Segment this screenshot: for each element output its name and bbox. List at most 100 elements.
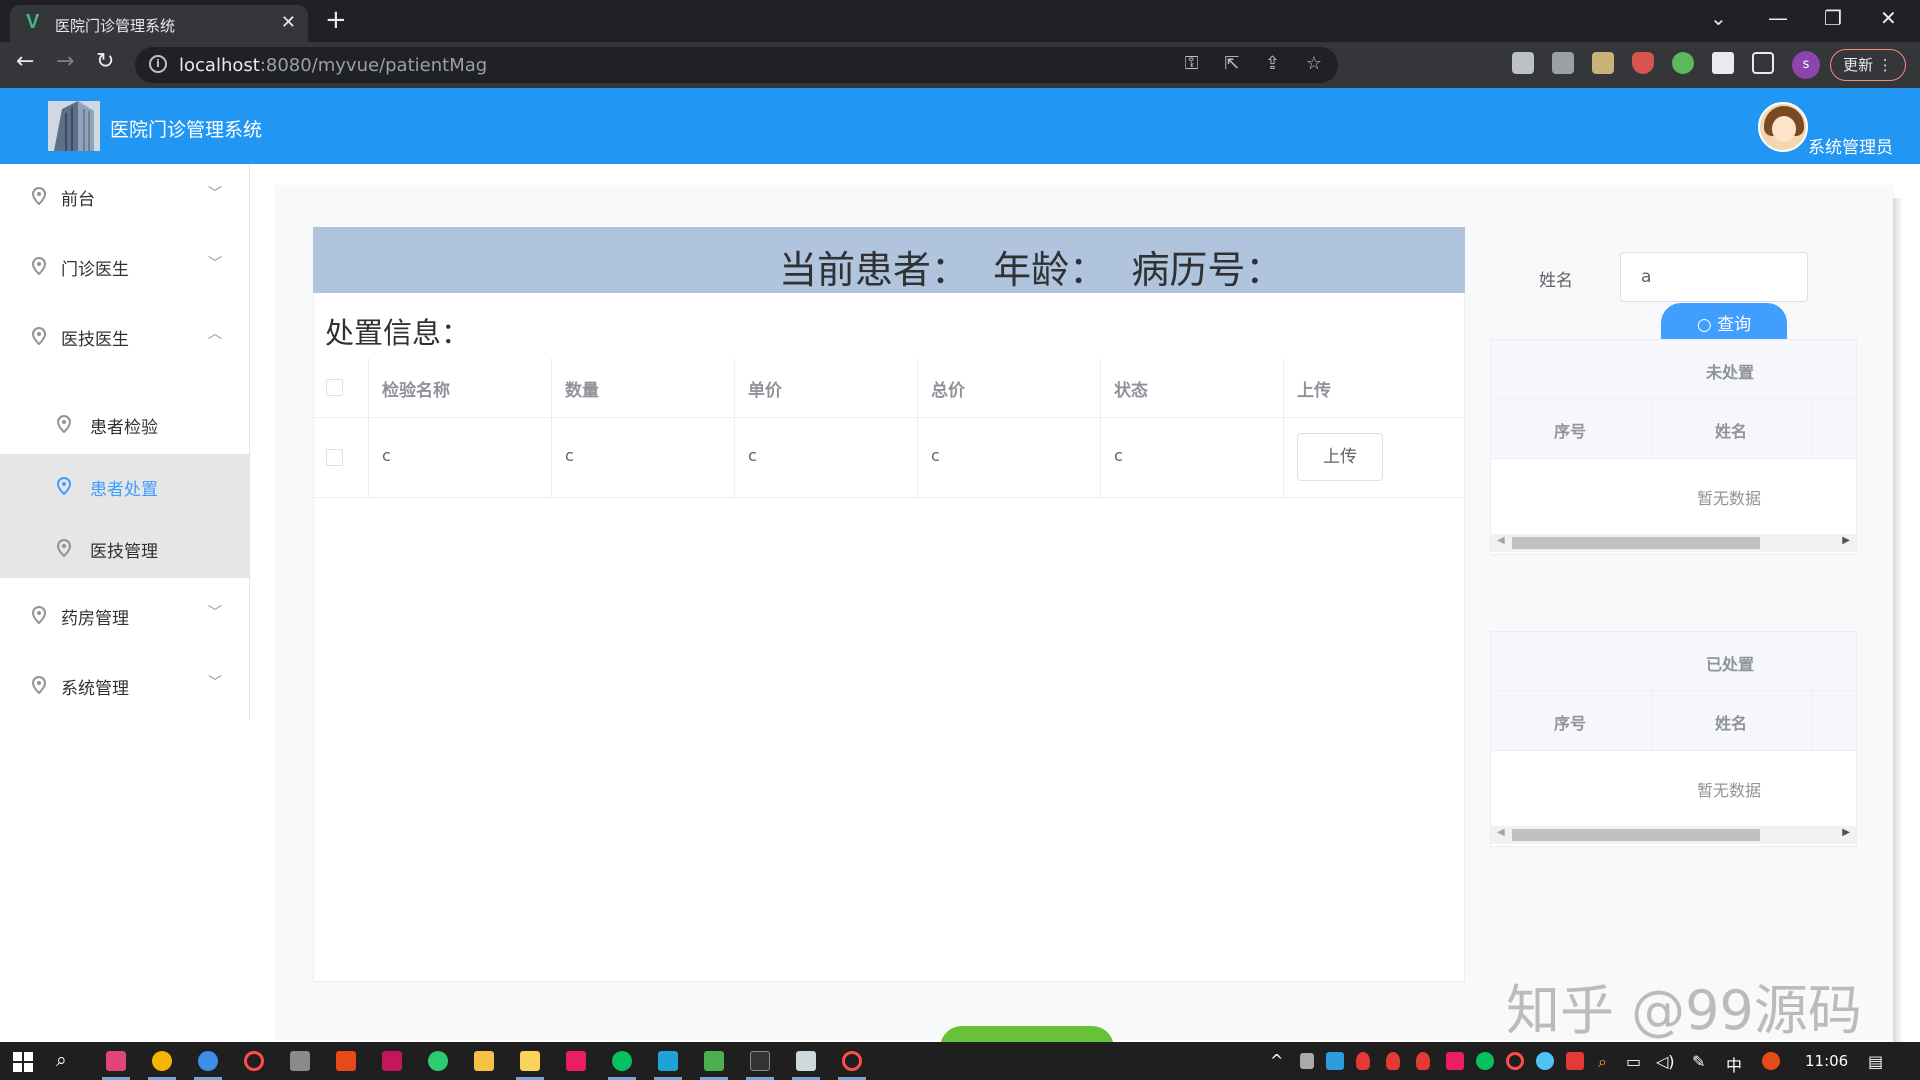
scroll-right-icon[interactable]: ▶ (1842, 535, 1850, 546)
forward-icon[interactable]: → (56, 49, 74, 74)
bookmark-star-icon[interactable]: ☆ (1306, 53, 1322, 74)
new-tab-icon[interactable]: + (325, 5, 347, 35)
browser-tab[interactable]: V 医院门诊管理系统 ✕ (10, 5, 308, 42)
taskbar-image-viewer-icon[interactable] (290, 1051, 310, 1071)
window-close-icon[interactable]: ✕ (1880, 6, 1897, 30)
sidebar-subitem-medtech-management[interactable]: 医技管理 (0, 516, 249, 578)
column-header: 状态 (1114, 381, 1148, 401)
taskbar-webstorm-icon[interactable] (658, 1051, 678, 1071)
taskbar-app-icon[interactable] (382, 1051, 402, 1071)
taskbar-folder-icon[interactable] (474, 1051, 494, 1071)
tray-app-icon[interactable] (1536, 1052, 1554, 1070)
tray-search-icon[interactable]: ⌕ (1598, 1052, 1607, 1072)
taskbar-chrome-icon[interactable] (152, 1051, 172, 1071)
site-info-icon[interactable]: i (149, 55, 167, 73)
address-bar[interactable]: i localhost:8080/myvue/patientMag ⚿ ⇱ ⇪ … (135, 47, 1338, 83)
open-in-app-icon[interactable]: ⇱ (1224, 53, 1239, 74)
show-hidden-icons-icon[interactable]: ^ (1270, 1051, 1283, 1070)
taskbar-recorder-icon[interactable] (842, 1051, 862, 1071)
password-key-icon[interactable]: ⚿ (1185, 53, 1199, 74)
extension-shield-icon[interactable] (1632, 52, 1654, 74)
sidebar-item-system[interactable]: 系统管理 ﹀ (0, 653, 249, 715)
close-tab-icon[interactable]: ✕ (281, 12, 296, 33)
tray-wechat-icon[interactable] (1476, 1052, 1494, 1070)
taskbar-photo-icon[interactable] (796, 1051, 816, 1071)
treated-table: 已处置 序号 姓名 暂无数据 ◀ ▶ (1490, 631, 1857, 847)
tray-app-icon[interactable] (1300, 1053, 1314, 1069)
notifications-icon[interactable]: ▤ (1868, 1052, 1883, 1071)
scrollbar-thumb[interactable] (1512, 829, 1760, 841)
tab-search-chevron-icon[interactable]: ⌄ (1710, 6, 1727, 30)
extension-translate-icon[interactable] (1512, 52, 1534, 74)
tray-record-icon[interactable] (1506, 1052, 1524, 1070)
scroll-left-icon[interactable]: ◀ (1497, 535, 1505, 546)
taskbar-notepad-icon[interactable] (704, 1051, 724, 1071)
network-icon[interactable]: ▭ (1626, 1052, 1641, 1071)
sidebar-item-label: 门诊医生 (61, 260, 129, 280)
tray-app-icon[interactable] (1446, 1052, 1464, 1070)
taskbar-terminal-icon[interactable] (750, 1051, 770, 1071)
sidebar-item-medtech-doctor[interactable]: 医技医生 ︿ (0, 304, 249, 366)
share-icon[interactable]: ⇪ (1265, 53, 1280, 74)
scroll-right-icon[interactable]: ▶ (1842, 827, 1850, 838)
taskbar-app-icon[interactable] (336, 1051, 356, 1071)
tray-qq-icon[interactable] (1386, 1052, 1400, 1070)
side-panel-icon[interactable] (1752, 52, 1774, 74)
horizontal-scrollbar[interactable]: ◀ ▶ (1491, 826, 1856, 844)
windows-start-icon[interactable] (13, 1052, 33, 1072)
windows-taskbar: ⌕ ^ ⌕ ▭ ◁) ✎ 中 11:06 ▤ (0, 1042, 1920, 1080)
taskbar-file-explorer-icon[interactable] (520, 1051, 540, 1071)
user-avatar[interactable] (1758, 102, 1808, 152)
taskbar-search-icon[interactable]: ⌕ (56, 1049, 67, 1071)
minimize-icon[interactable]: — (1768, 6, 1788, 30)
query-button[interactable]: ○ 查询 (1661, 303, 1787, 339)
cell-unit-price: c (748, 446, 757, 465)
tray-qq-icon[interactable] (1416, 1052, 1430, 1070)
sidebar-subitem-patient-test[interactable]: 患者检验 (0, 392, 249, 454)
sidebar-item-pharmacy[interactable]: 药房管理 ﹀ (0, 583, 249, 645)
disposal-panel (313, 227, 1465, 982)
upload-button[interactable]: 上传 (1297, 433, 1383, 481)
sidebar-item-outpatient-doctor[interactable]: 门诊医生 ﹀ (0, 234, 249, 296)
tray-qq-icon[interactable] (1356, 1052, 1370, 1070)
clock[interactable]: 11:06 (1805, 1052, 1848, 1070)
extension-leaf-icon[interactable] (1672, 52, 1694, 74)
sidebar-item-front-desk[interactable]: 前台 ﹀ (0, 164, 249, 226)
taskbar-refresh-icon[interactable] (428, 1051, 448, 1071)
select-all-checkbox[interactable] (326, 379, 343, 396)
user-name[interactable]: 系统管理员 (1808, 133, 1893, 158)
taskbar-jetbrains-icon[interactable] (106, 1051, 126, 1071)
empty-text: 暂无数据 (1697, 489, 1762, 508)
ime-indicator[interactable]: 中 (1726, 1052, 1742, 1076)
table-header-row: 检验名称 数量 单价 总价 状态 上传 (313, 358, 1465, 418)
taskbar-app-icon[interactable] (566, 1051, 586, 1071)
extensions-puzzle-icon[interactable] (1712, 52, 1734, 74)
current-patient-bar: 当前患者： 年龄： 病历号： (313, 227, 1465, 293)
extension-camera-icon[interactable] (1552, 52, 1574, 74)
restore-icon[interactable]: ❐ (1824, 6, 1842, 30)
horizontal-scrollbar[interactable]: ◀ ▶ (1491, 534, 1856, 552)
column-header: 单价 (748, 381, 782, 401)
volume-icon[interactable]: ◁) (1656, 1052, 1675, 1071)
tray-app-icon[interactable] (1326, 1052, 1344, 1070)
pen-icon[interactable]: ✎ (1692, 1052, 1705, 1071)
scrollbar-thumb[interactable] (1512, 537, 1760, 549)
tray-sogou-icon[interactable] (1762, 1052, 1780, 1070)
location-pin-icon (57, 477, 71, 495)
update-button[interactable]: 更新 ⋮ (1830, 49, 1906, 81)
column-header: 数量 (565, 381, 599, 401)
cell-total-price: c (931, 446, 940, 465)
back-icon[interactable]: ← (16, 49, 34, 74)
profile-avatar[interactable]: s (1792, 51, 1820, 79)
extension-image-icon[interactable] (1592, 52, 1614, 74)
browser-tab-strip: V 医院门诊管理系统 ✕ + ⌄ — ❐ ✕ (0, 0, 1920, 42)
taskbar-record-icon[interactable] (244, 1051, 264, 1071)
row-checkbox[interactable] (326, 449, 343, 466)
sidebar-subitem-patient-disposal[interactable]: 患者处置 (0, 454, 249, 516)
taskbar-browser-icon[interactable] (198, 1051, 218, 1071)
name-search-input[interactable]: a (1620, 252, 1808, 302)
scroll-left-icon[interactable]: ◀ (1497, 827, 1505, 838)
tray-app-icon[interactable] (1566, 1052, 1584, 1070)
reload-icon[interactable]: ↻ (96, 49, 114, 74)
taskbar-wechat-icon[interactable] (612, 1051, 632, 1071)
